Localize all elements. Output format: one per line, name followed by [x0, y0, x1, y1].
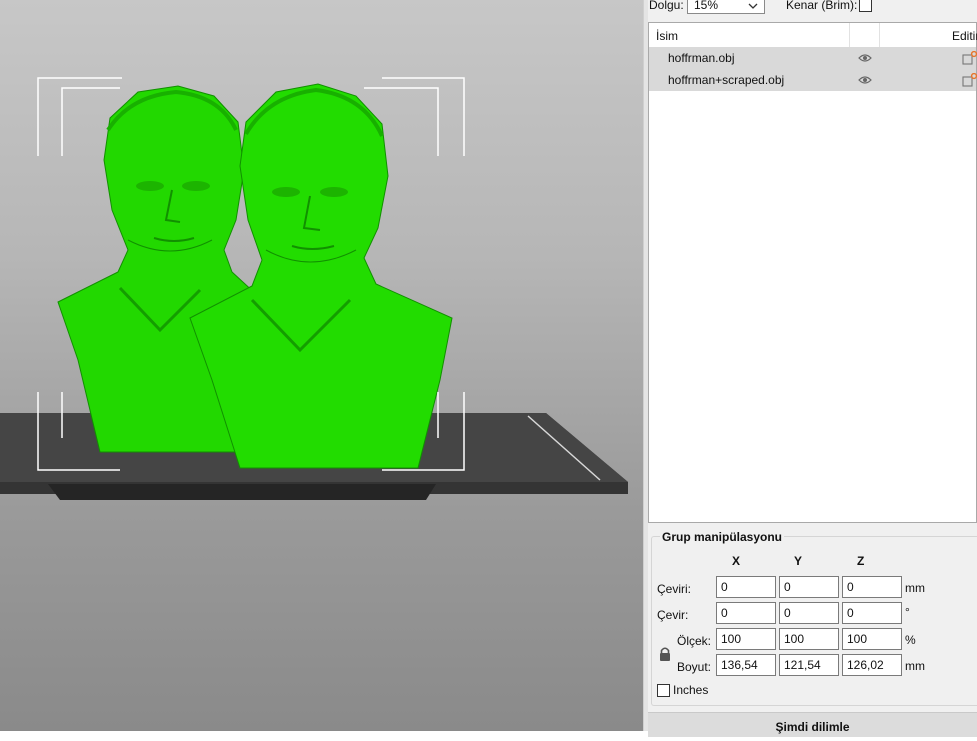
rotate-x-input[interactable]: 0 — [716, 602, 776, 624]
3d-viewport[interactable] — [0, 0, 643, 731]
column-name-header[interactable]: İsim — [656, 29, 678, 43]
translate-label: Çeviri: — [657, 582, 692, 596]
axis-x-label: X — [732, 554, 741, 568]
rotate-y-input[interactable]: 0 — [779, 602, 839, 624]
translate-z-input[interactable]: 0 — [842, 576, 902, 598]
quick-settings-row: Dolgu: 15% Kenar (Brim): — [648, 0, 977, 16]
eye-icon[interactable] — [858, 52, 872, 66]
object-list-header: İsim Editing — [649, 23, 977, 48]
infill-value: 15% — [694, 0, 719, 12]
scale-y-input[interactable]: 100 — [779, 628, 839, 650]
infill-select[interactable]: 15% — [687, 0, 765, 14]
axis-y-label: Y — [794, 554, 803, 568]
object-list-item[interactable]: hoffrman+scraped.obj — [649, 69, 977, 91]
scene-canvas[interactable] — [0, 0, 643, 731]
brim-checkbox[interactable] — [859, 0, 872, 12]
size-unit: mm — [905, 659, 925, 673]
translate-unit: mm — [905, 581, 925, 595]
inches-checkbox[interactable] — [657, 684, 670, 697]
object-list[interactable]: İsim Editing hoffrman.obj hoffrman+scrap… — [648, 22, 977, 523]
axis-z-label: Z — [857, 554, 865, 568]
edit-icon[interactable] — [962, 72, 977, 90]
scale-label: Ölçek: — [677, 634, 712, 648]
size-z-input[interactable]: 126,02 — [842, 654, 902, 676]
scale-z-input[interactable]: 100 — [842, 628, 902, 650]
column-divider[interactable] — [879, 23, 880, 47]
size-label: Boyut: — [677, 660, 712, 674]
size-x-input[interactable]: 136,54 — [716, 654, 776, 676]
brim-label: Kenar (Brim): — [786, 0, 858, 12]
translate-x-input[interactable]: 0 — [716, 576, 776, 598]
lock-icon[interactable] — [658, 646, 672, 665]
rotate-unit: ° — [905, 605, 910, 619]
translate-y-input[interactable]: 0 — [779, 576, 839, 598]
group-manipulation-title: Grup manipülasyonu — [660, 530, 785, 544]
size-y-input[interactable]: 121,54 — [779, 654, 839, 676]
object-name: hoffrman+scraped.obj — [668, 73, 785, 87]
inches-label: Inches — [673, 683, 709, 697]
rotate-label: Çevir: — [657, 608, 689, 622]
edit-icon[interactable] — [962, 50, 977, 68]
object-list-item[interactable]: hoffrman.obj — [649, 47, 977, 69]
slice-now-button[interactable]: Şimdi dilimle — [648, 712, 977, 737]
object-name: hoffrman.obj — [668, 51, 735, 65]
rotate-z-input[interactable]: 0 — [842, 602, 902, 624]
column-divider[interactable] — [849, 23, 850, 47]
eye-icon[interactable] — [858, 74, 872, 88]
chevron-down-icon — [748, 0, 758, 18]
column-editing-header[interactable]: Editing — [952, 29, 977, 43]
scale-x-input[interactable]: 100 — [716, 628, 776, 650]
scale-unit: % — [905, 633, 916, 647]
infill-label: Dolgu: — [649, 0, 684, 12]
